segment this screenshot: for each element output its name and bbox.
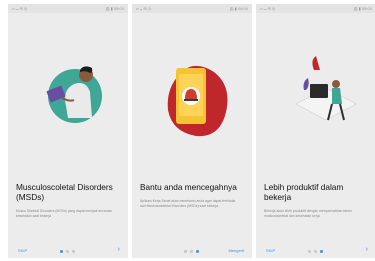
page-dot-3 — [196, 249, 199, 253]
onboarding-screen-2: •• ◒ ✉ ◎ ▥ ▮ 08:00 Bantu anda mencegahny… — [132, 4, 252, 258]
status-icons-left: •• ◒ ✉ ◎ — [260, 6, 276, 11]
plant-leaf — [303, 78, 309, 90]
status-icons-right: ▥ ▮ 08:00 — [105, 6, 124, 11]
page-dot-2 — [66, 249, 69, 253]
screen-description: Bekerja akan lebih produktif dengan memp… — [264, 209, 352, 218]
page-dot-1 — [60, 249, 63, 253]
person-with-laptop-illustration — [46, 66, 102, 123]
laptop-screen — [310, 84, 328, 98]
page-dot-2 — [190, 249, 193, 253]
done-button[interactable]: Mengerti — [228, 248, 244, 254]
page-dot-2 — [314, 249, 317, 253]
skip-button[interactable]: SKIP — [266, 248, 275, 254]
page-dot-1 — [308, 249, 311, 253]
person-at-desk-illustration — [295, 56, 357, 121]
screen-title: Lebih produktif dalam bekerja — [264, 182, 344, 202]
page-dot-1 — [184, 249, 187, 253]
screen-description: Aplikasi Kerja Sehat akan membantu anda … — [140, 199, 236, 208]
status-icons-right: ▥ ▮ 08:00 — [353, 6, 372, 11]
screen-title: Bantu anda mencegahnya — [140, 182, 237, 192]
status-icons-right: ▥ ▮ 08:00 — [229, 6, 248, 11]
page-dot-3 — [72, 249, 75, 253]
chevron-right-icon: › — [365, 246, 368, 253]
alarm-base — [184, 99, 198, 101]
screen-title: Musculoscoletal Disorders (MSDs) — [16, 182, 113, 202]
status-icons-left: •• ◒ ✉ ◎ — [136, 6, 152, 11]
status-bar: •• ◒ ✉ ◎ ▥ ▮ 08:00 — [256, 4, 375, 13]
onboarding-screen-3: •• ◒ ✉ ◎ ▥ ▮ 08:00 Lebih produktif dalam… — [256, 4, 375, 258]
next-button[interactable]: › — [366, 246, 368, 254]
status-icons-left: •• ◒ ✉ ◎ — [12, 6, 28, 11]
page-indicator — [308, 248, 328, 254]
page-indicator — [60, 248, 80, 254]
person-head — [332, 80, 340, 88]
phone-with-alert-illustration — [167, 65, 228, 137]
page-indicator — [184, 248, 204, 254]
chevron-right-icon: › — [117, 246, 120, 253]
skip-button[interactable]: SKIP — [18, 248, 27, 254]
person-shirt — [332, 88, 342, 104]
status-bar: •• ◒ ✉ ◎ ▥ ▮ 08:00 — [8, 4, 128, 13]
next-button[interactable]: › — [118, 246, 120, 254]
screen-description: Muscu Skeletal Disorders (MSDs) yang dap… — [16, 209, 113, 218]
status-bar: •• ◒ ✉ ◎ ▥ ▮ 08:00 — [132, 4, 252, 13]
page-dot-3 — [320, 249, 323, 253]
red-chair-back — [312, 56, 320, 70]
onboarding-screen-1: •• ◒ ✉ ◎ ▥ ▮ 08:00 Musculoscoletal Disor… — [8, 4, 128, 258]
